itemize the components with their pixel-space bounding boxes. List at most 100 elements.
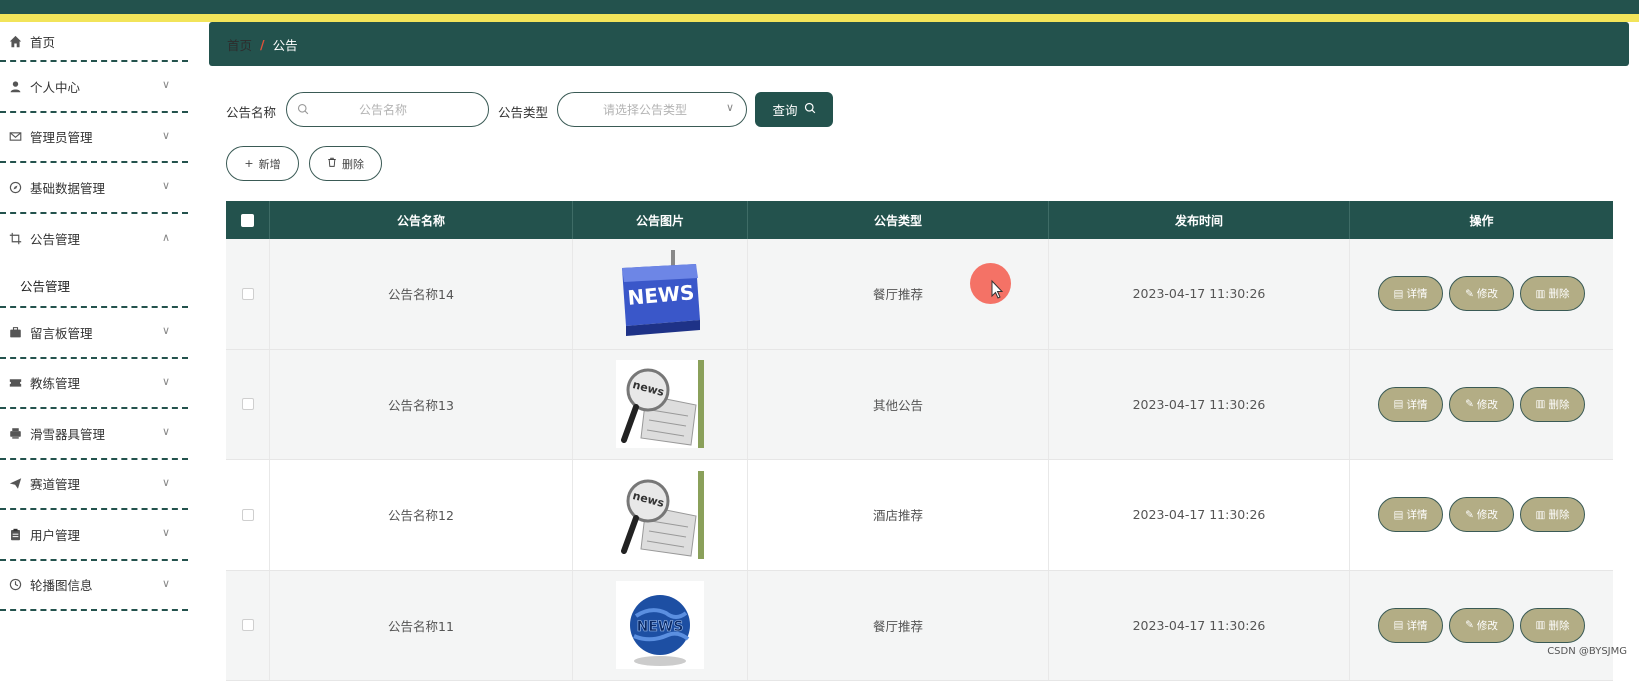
sidebar-item-carousel[interactable]: 轮播图信息 ∨ <box>0 561 188 612</box>
add-button-label: 新增 <box>259 156 281 172</box>
sidebar-item-label: 基础数据管理 <box>30 178 105 197</box>
sidebar-item-admin[interactable]: 管理员管理 ∨ <box>0 113 188 164</box>
search-icon <box>297 100 309 119</box>
sidebar-item-label: 教练管理 <box>30 373 80 392</box>
notice-name-cell: 公告名称11 <box>270 571 573 681</box>
row-checkbox[interactable] <box>242 509 254 521</box>
notice-type-cell: 酒店推荐 <box>748 460 1049 570</box>
sidebar-item-coach[interactable]: 教练管理 ∨ <box>0 359 188 410</box>
notice-type-label: 公告类型 <box>498 102 548 121</box>
table-header: 公告名称 公告图片 公告类型 发布时间 操作 <box>226 201 1613 239</box>
sidebar-item-notice[interactable]: 公告管理 ∧ <box>0 214 188 265</box>
edit-button-label: 修改 <box>1477 286 1498 301</box>
cursor-highlight <box>970 263 1011 304</box>
add-button[interactable]: + 新增 <box>226 146 299 181</box>
notice-name-label: 公告名称 <box>226 102 276 121</box>
send-icon <box>8 477 22 491</box>
edit-button[interactable]: ✎修改 <box>1449 387 1514 422</box>
trash-icon: ▥ <box>1536 619 1546 631</box>
sidebar-item-label: 个人中心 <box>30 77 80 96</box>
sidebar-subitem-notice-management[interactable]: 公告管理 <box>0 264 188 308</box>
detail-button[interactable]: ▤详情 <box>1378 276 1443 311</box>
search-placeholder: 公告名称 <box>359 101 407 118</box>
delete-button-label: 删除 <box>1548 507 1569 522</box>
sidebar-item-label: 轮播图信息 <box>30 575 93 594</box>
query-button-label: 查询 <box>772 100 797 119</box>
briefcase-icon <box>8 325 22 339</box>
sidebar-item-message-board[interactable]: 留言板管理 ∨ <box>0 308 188 359</box>
table-row: 公告名称12 news 酒店推荐 2023-04-17 11:30:26 ▤详情… <box>226 460 1613 571</box>
notice-table: 公告名称 公告图片 公告类型 发布时间 操作 公告名称14 NEWS 餐厅推荐 … <box>226 201 1613 681</box>
sidebar-item-label: 留言板管理 <box>30 323 93 342</box>
breadcrumb: 首页 / 公告 <box>209 22 1629 66</box>
notice-image: NEWS <box>616 250 704 338</box>
row-checkbox[interactable] <box>242 619 254 631</box>
notice-name-cell: 公告名称12 <box>270 460 573 570</box>
sidebar: 首页 个人中心 ∨ 管理员管理 ∨ 基础数据管理 ∨ 公告管理 ∧ 公告管理 <box>0 22 188 665</box>
mail-icon <box>8 130 22 144</box>
table-row: 公告名称11 NEWS 餐厅推荐 2023-04-17 11:30:26 ▤详情… <box>226 571 1613 681</box>
chevron-down-icon: ∨ <box>162 324 170 337</box>
plus-icon: + <box>244 157 253 170</box>
sidebar-item-track[interactable]: 赛道管理 ∨ <box>0 460 188 511</box>
sidebar-item-label: 管理员管理 <box>30 127 93 146</box>
crop-icon <box>8 232 22 246</box>
breadcrumb-home[interactable]: 首页 <box>227 35 252 54</box>
breadcrumb-current: 公告 <box>273 35 298 54</box>
clipboard-icon <box>8 527 22 541</box>
delete-button-label: 删除 <box>1548 286 1569 301</box>
column-header: 公告名称 <box>270 201 573 239</box>
column-header: 操作 <box>1350 201 1613 239</box>
sidebar-subitem-label: 公告管理 <box>20 276 70 295</box>
batch-delete-button[interactable]: 删除 <box>309 146 382 181</box>
column-header: 公告图片 <box>573 201 748 239</box>
sidebar-item-label: 滑雪器具管理 <box>30 424 105 443</box>
publish-time-cell: 2023-04-17 11:30:26 <box>1049 460 1350 570</box>
compass-icon <box>8 180 22 194</box>
select-placeholder: 请选择公告类型 <box>603 101 687 118</box>
delete-button-label: 删除 <box>1548 618 1569 633</box>
notice-image: NEWS <box>616 581 704 669</box>
top-accent-stripe <box>0 14 1639 22</box>
row-checkbox[interactable] <box>242 398 254 410</box>
detail-button[interactable]: ▤详情 <box>1378 608 1443 643</box>
chevron-down-icon: ∨ <box>162 375 170 388</box>
select-all-checkbox[interactable] <box>241 214 254 227</box>
top-header-bar <box>0 0 1639 14</box>
document-icon: ▤ <box>1394 509 1404 521</box>
select-all-cell <box>226 201 270 239</box>
document-icon: ▤ <box>1394 398 1404 410</box>
notice-type-cell: 其他公告 <box>748 350 1049 460</box>
chevron-down-icon: ∨ <box>162 577 170 590</box>
sidebar-item-ski-equipment[interactable]: 滑雪器具管理 ∨ <box>0 409 188 460</box>
delete-button-label: 删除 <box>342 156 364 172</box>
edit-button[interactable]: ✎修改 <box>1449 497 1514 532</box>
publish-time-cell: 2023-04-17 11:30:26 <box>1049 571 1350 681</box>
chevron-up-icon: ∧ <box>162 231 170 244</box>
query-button[interactable]: 查询 <box>755 92 833 127</box>
breadcrumb-separator: / <box>260 37 265 52</box>
delete-button[interactable]: ▥删除 <box>1520 497 1585 532</box>
delete-button-label: 删除 <box>1548 397 1569 412</box>
chevron-down-icon: ∨ <box>162 526 170 539</box>
edit-button-label: 修改 <box>1477 618 1498 633</box>
sidebar-item-base-data[interactable]: 基础数据管理 ∨ <box>0 163 188 214</box>
delete-button[interactable]: ▥删除 <box>1520 276 1585 311</box>
notice-name-search-input[interactable]: 公告名称 <box>286 92 489 127</box>
sidebar-item-personal-center[interactable]: 个人中心 ∨ <box>0 62 188 113</box>
delete-button[interactable]: ▥删除 <box>1520 387 1585 422</box>
notice-name-cell: 公告名称14 <box>270 239 573 349</box>
edit-button[interactable]: ✎修改 <box>1449 608 1514 643</box>
sidebar-item-home[interactable]: 首页 <box>0 22 188 62</box>
watermark: CSDN @BYSJMG <box>1547 646 1627 657</box>
notice-name-cell: 公告名称13 <box>270 350 573 460</box>
row-checkbox[interactable] <box>242 288 254 300</box>
detail-button[interactable]: ▤详情 <box>1378 387 1443 422</box>
trash-icon: ▥ <box>1536 398 1546 410</box>
detail-button[interactable]: ▤详情 <box>1378 497 1443 532</box>
edit-button[interactable]: ✎修改 <box>1449 276 1514 311</box>
sidebar-item-users[interactable]: 用户管理 ∨ <box>0 510 188 561</box>
notice-type-select[interactable]: 请选择公告类型 ∨ <box>557 92 747 127</box>
sidebar-item-label: 用户管理 <box>30 525 80 544</box>
delete-button[interactable]: ▥删除 <box>1520 608 1585 643</box>
